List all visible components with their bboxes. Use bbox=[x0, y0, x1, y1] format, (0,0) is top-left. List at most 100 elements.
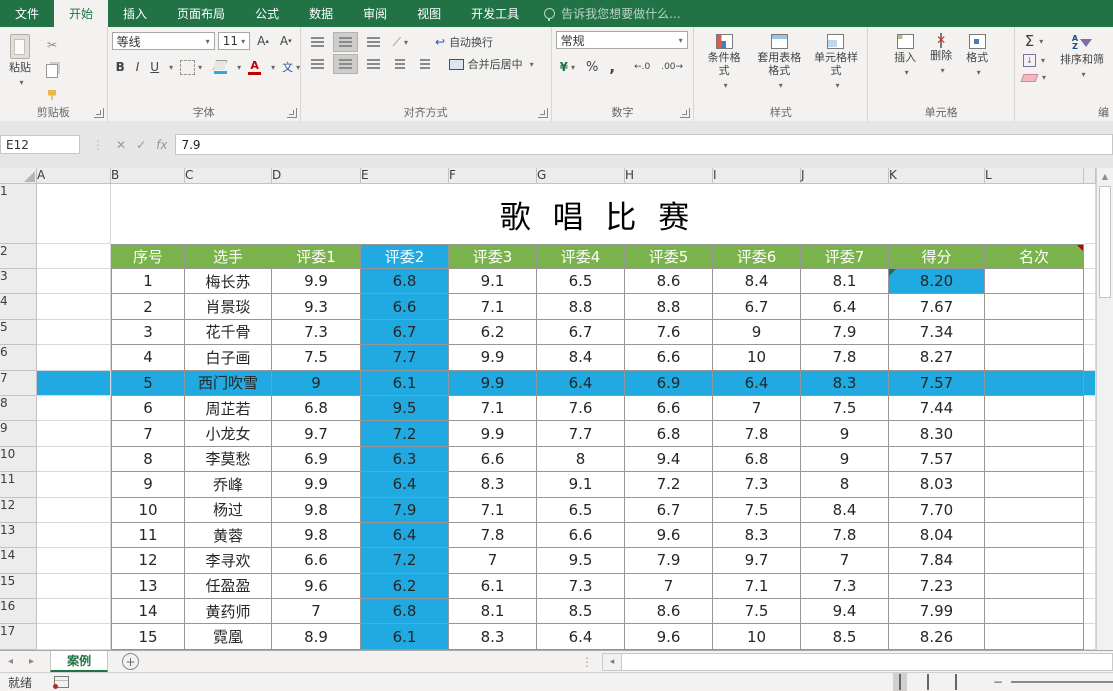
row-header-8[interactable]: 8 bbox=[0, 396, 37, 421]
italic-button[interactable]: I bbox=[132, 57, 144, 77]
cell-E16[interactable]: 6.8 bbox=[361, 599, 449, 624]
cell-A17[interactable] bbox=[37, 624, 111, 649]
cell-H10[interactable]: 9.4 bbox=[625, 447, 713, 472]
cell-D5[interactable]: 7.3 bbox=[272, 320, 361, 345]
tab-home[interactable]: 开始 bbox=[54, 0, 108, 27]
cell-J14[interactable]: 7 bbox=[801, 548, 889, 573]
cell-E17[interactable]: 6.1 bbox=[361, 624, 449, 649]
sheet-tab-active[interactable]: 案例 bbox=[50, 651, 108, 672]
cell-F8[interactable]: 7.1 bbox=[449, 396, 537, 421]
cell-B8[interactable]: 6 bbox=[111, 396, 185, 421]
cell-D9[interactable]: 9.7 bbox=[272, 421, 361, 446]
cell-K15[interactable]: 7.23 bbox=[889, 574, 985, 599]
name-box[interactable]: E12 bbox=[0, 135, 80, 154]
cell-J6[interactable]: 7.8 bbox=[801, 345, 889, 370]
number-format-combo[interactable]: 常规▾ bbox=[556, 31, 688, 49]
formula-input[interactable]: 7.9 bbox=[175, 134, 1113, 155]
cell-D12[interactable]: 9.8 bbox=[272, 498, 361, 523]
cell-B3[interactable]: 1 bbox=[111, 269, 185, 294]
scroll-up-icon[interactable]: ▲ bbox=[1097, 168, 1113, 184]
cell-G17[interactable]: 6.4 bbox=[537, 624, 625, 649]
prev-sheet-button[interactable]: ◂ bbox=[0, 651, 21, 672]
cell-G7[interactable]: 6.4 bbox=[537, 371, 625, 396]
cell-F7[interactable]: 9.9 bbox=[449, 371, 537, 396]
cell-A5[interactable] bbox=[37, 320, 111, 345]
cell-H13[interactable]: 9.6 bbox=[625, 523, 713, 548]
underline-dropdown[interactable]: ▾ bbox=[169, 63, 173, 72]
align-top-button[interactable] bbox=[305, 32, 330, 52]
cell-B2[interactable]: 序号 bbox=[111, 244, 185, 269]
cell-C14[interactable]: 李寻欢 bbox=[185, 548, 272, 573]
cell-G8[interactable]: 7.6 bbox=[537, 396, 625, 421]
cell-C2[interactable]: 选手 bbox=[185, 244, 272, 269]
column-header-G[interactable]: G bbox=[537, 168, 625, 184]
cell-E10[interactable]: 6.3 bbox=[361, 447, 449, 472]
column-header-D[interactable]: D bbox=[272, 168, 361, 184]
cell-M13[interactable] bbox=[1084, 523, 1096, 548]
cell-M16[interactable] bbox=[1084, 599, 1096, 624]
cell-M7[interactable] bbox=[1084, 371, 1096, 396]
accounting-format-button[interactable]: ¥▾ bbox=[556, 57, 579, 77]
cell-C16[interactable]: 黄药师 bbox=[185, 599, 272, 624]
font-dialog-launcher[interactable] bbox=[287, 108, 297, 118]
cell-F13[interactable]: 7.8 bbox=[449, 523, 537, 548]
clipboard-dialog-launcher[interactable] bbox=[94, 108, 104, 118]
add-sheet-button[interactable]: + bbox=[122, 653, 139, 670]
cell-K4[interactable]: 7.67 bbox=[889, 294, 985, 319]
column-header-B[interactable]: B bbox=[111, 168, 185, 184]
cell-K13[interactable]: 8.04 bbox=[889, 523, 985, 548]
scrollbar-resize-handle[interactable]: ⋮ bbox=[581, 655, 594, 669]
cell-I11[interactable]: 7.3 bbox=[713, 472, 801, 497]
tab-view[interactable]: 视图 bbox=[402, 0, 456, 27]
cell-M14[interactable] bbox=[1084, 548, 1096, 573]
font-color-button[interactable]: A bbox=[244, 57, 265, 78]
cell-L10[interactable] bbox=[985, 447, 1084, 472]
cell-E5[interactable]: 6.7 bbox=[361, 320, 449, 345]
cancel-button[interactable]: ✕ bbox=[116, 138, 126, 152]
cell-M6[interactable] bbox=[1084, 345, 1096, 370]
cell-A15[interactable] bbox=[37, 574, 111, 599]
cell-M17[interactable] bbox=[1084, 624, 1096, 649]
row-header-11[interactable]: 11 bbox=[0, 472, 37, 497]
cell-D3[interactable]: 9.9 bbox=[272, 269, 361, 294]
merge-center-button[interactable]: 合并后居中 ▾ bbox=[445, 53, 538, 75]
column-header-K[interactable]: K bbox=[889, 168, 985, 184]
cell-B10[interactable]: 8 bbox=[111, 447, 185, 472]
cell-D13[interactable]: 9.8 bbox=[272, 523, 361, 548]
cell-L4[interactable] bbox=[985, 294, 1084, 319]
normal-view-button[interactable] bbox=[893, 673, 907, 691]
cell-C11[interactable]: 乔峰 bbox=[185, 472, 272, 497]
cell-E4[interactable]: 6.6 bbox=[361, 294, 449, 319]
cell-I13[interactable]: 8.3 bbox=[713, 523, 801, 548]
tab-formulas[interactable]: 公式 bbox=[240, 0, 294, 27]
conditional-formatting-button[interactable]: 条件格式 ▾ bbox=[698, 31, 750, 106]
cell-A9[interactable] bbox=[37, 421, 111, 446]
tab-page-layout[interactable]: 页面布局 bbox=[162, 0, 240, 27]
scroll-left-icon[interactable]: ◂ bbox=[602, 653, 622, 671]
cell-E15[interactable]: 6.2 bbox=[361, 574, 449, 599]
cell-C12[interactable]: 杨过 bbox=[185, 498, 272, 523]
cell-I3[interactable]: 8.4 bbox=[713, 269, 801, 294]
cell-K11[interactable]: 8.03 bbox=[889, 472, 985, 497]
cell-I10[interactable]: 6.8 bbox=[713, 447, 801, 472]
fill-color-dropdown[interactable]: ▾ bbox=[237, 63, 241, 72]
row-header-9[interactable]: 9 bbox=[0, 421, 37, 446]
row-header-3[interactable]: 3 bbox=[0, 269, 37, 294]
cell-I2[interactable]: 评委6 bbox=[713, 244, 801, 269]
borders-button[interactable]: ▾ bbox=[176, 57, 206, 78]
row-header-2[interactable]: 2 bbox=[0, 244, 37, 269]
cell-A16[interactable] bbox=[37, 599, 111, 624]
number-dialog-launcher[interactable] bbox=[680, 108, 690, 118]
cell-J17[interactable]: 8.5 bbox=[801, 624, 889, 649]
cell-A4[interactable] bbox=[37, 294, 111, 319]
cell-F10[interactable]: 6.6 bbox=[449, 447, 537, 472]
cell-D16[interactable]: 7 bbox=[272, 599, 361, 624]
cell-F17[interactable]: 8.3 bbox=[449, 624, 537, 649]
cell-D4[interactable]: 9.3 bbox=[272, 294, 361, 319]
column-header-M-partial[interactable] bbox=[1084, 168, 1096, 184]
paste-button[interactable]: 粘贴 ▾ bbox=[4, 31, 36, 103]
align-middle-button[interactable] bbox=[333, 32, 358, 52]
cell-G16[interactable]: 8.5 bbox=[537, 599, 625, 624]
decrease-decimal-button[interactable]: .00→ bbox=[657, 59, 687, 75]
orientation-button[interactable]: ⟋▾ bbox=[389, 32, 412, 53]
